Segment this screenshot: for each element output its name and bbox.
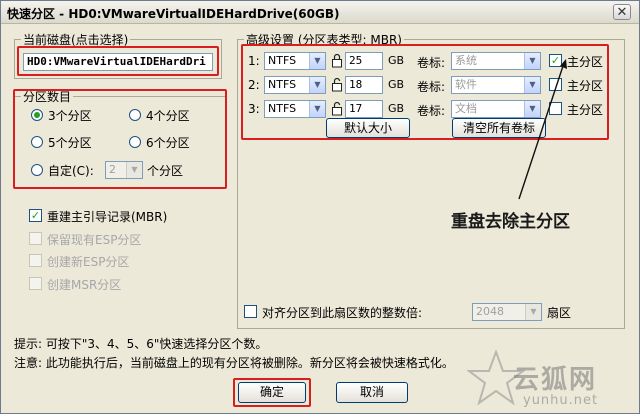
create-esp-checkbox[interactable] [29,254,42,267]
row-3-filesystem-select[interactable]: NTFS ▼ [264,100,326,118]
radio-5-partitions[interactable] [31,136,43,148]
row-3-primary-label: 主分区 [567,103,604,117]
close-button[interactable]: ✕ [613,4,631,20]
align-sectors-select[interactable]: 2048 ▼ [472,303,542,321]
custom-count-value: 2 [109,163,116,176]
rebuild-mbr-label: 重建主引导记录(MBR) [47,210,168,224]
row-1-filesystem-select[interactable]: NTFS ▼ [264,52,326,70]
row-2-filesystem-value: NTFS [268,78,297,91]
row-3-volume-value: 文档 [455,102,477,115]
cancel-button[interactable]: 取消 [336,382,408,403]
hint-warning: 注意: 此功能执行后，当前磁盘上的现有分区将被删除。新分区将会被快速格式化。 [14,356,454,370]
radio-custom-partitions[interactable] [31,164,43,176]
custom-count-select[interactable]: 2 ▼ [105,161,143,179]
row-1-size-input[interactable]: 25 [345,52,383,70]
row-3-volume-label: 卷标: [417,104,446,118]
radio-4-partitions-label: 4个分区 [146,109,190,123]
row-2-size-input[interactable]: 18 [345,76,383,94]
row-2-primary-label: 主分区 [567,79,604,93]
row-2-volume-value: 软件 [455,78,477,91]
unlock-icon[interactable] [331,101,343,119]
unlock-icon[interactable] [331,77,343,95]
align-sectors-unit: 扇区 [547,306,572,320]
highlight-box-current-disk [17,46,219,76]
keep-esp-checkbox[interactable] [29,232,42,245]
row-1-size-unit: GB [388,54,405,67]
radio-3-partitions-label: 3个分区 [48,109,92,123]
radio-custom-label: 自定(C): [48,164,94,178]
highlight-box-ok [233,378,311,407]
watermark-url: yunhu.net [523,393,599,408]
default-size-button[interactable]: 默认大小 [326,118,410,138]
create-esp-label: 创建新ESP分区 [47,255,130,269]
hint-tip: 提示: 可按下"3、4、5、6"快速选择分区个数。 [14,337,268,351]
lock-icon[interactable] [331,53,343,71]
row-3-filesystem-value: NTFS [268,102,297,115]
annotation-text: 重盘去除主分区 [451,212,570,232]
row-1-volume-value: 系统 [455,54,477,67]
rebuild-mbr-checkbox[interactable]: ✓ [29,209,42,222]
radio-5-partitions-label: 5个分区 [48,136,92,150]
row-2-number: 2: [248,78,260,92]
create-msr-label: 创建MSR分区 [47,278,122,292]
row-3-size-input[interactable]: 17 [345,100,383,118]
chevron-down-icon: ▼ [309,77,325,93]
quick-partition-dialog: 快速分区 - HD0:VMwareVirtualIDEHardDrive(60G… [0,0,640,414]
row-3-number: 3: [248,102,260,116]
custom-count-suffix: 个分区 [147,164,184,178]
watermark-brand: 云狐网 [513,365,598,395]
row-3-size-unit: GB [388,102,405,115]
align-sectors-checkbox[interactable] [244,305,257,318]
window-title: 快速分区 - HD0:VMwareVirtualIDEHardDrive(60G… [7,7,340,21]
radio-4-partitions[interactable] [129,109,141,121]
chevron-down-icon: ▼ [525,304,541,320]
create-msr-checkbox[interactable] [29,277,42,290]
align-sectors-label: 对齐分区到此扇区数的整数倍: [262,306,423,320]
chevron-down-icon: ▼ [309,53,325,69]
row-2-volume-label: 卷标: [417,80,446,94]
row-1-number: 1: [248,54,260,68]
title-bar[interactable]: 快速分区 - HD0:VMwareVirtualIDEHardDrive(60G… [1,1,639,24]
keep-esp-label: 保留现有ESP分区 [47,233,142,247]
radio-6-partitions[interactable] [129,136,141,148]
align-sectors-value: 2048 [476,305,504,318]
radio-6-partitions-label: 6个分区 [146,136,190,150]
row-1-primary-label: 主分区 [567,55,604,69]
row-1-filesystem-value: NTFS [268,54,297,67]
row-2-size-unit: GB [388,78,405,91]
row-2-filesystem-select[interactable]: NTFS ▼ [264,76,326,94]
annotation-arrow [518,59,567,200]
row-1-volume-label: 卷标: [417,56,446,70]
radio-3-partitions[interactable] [31,109,43,121]
chevron-down-icon: ▼ [126,162,142,178]
chevron-down-icon: ▼ [309,101,325,117]
